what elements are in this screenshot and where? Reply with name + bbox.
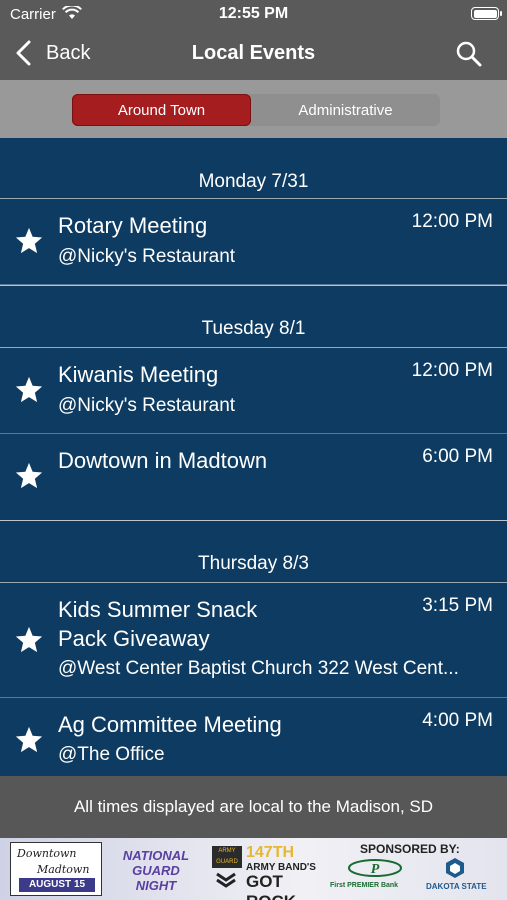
event-row[interactable]: Dowtown in Madtown 6:00 PM [0, 434, 507, 520]
event-location: @Nicky's Restaurant [58, 246, 236, 267]
sponsor-2: DAKOTA STATE [426, 882, 487, 891]
event-time: 12:00 PM [411, 211, 493, 232]
sponsor-1: First PREMIER Bank [330, 882, 399, 889]
event-title: Kids Summer Snack Pack Giveaway [58, 597, 258, 651]
battery-icon [471, 7, 502, 20]
star-icon[interactable] [14, 725, 44, 755]
events-list[interactable]: Monday 7/31 Rotary Meeting 12:00 PM @Nic… [0, 138, 507, 778]
section-divider [0, 520, 507, 544]
star-icon[interactable] [14, 226, 44, 256]
band-show: GOT ROCK [246, 872, 296, 900]
segmented-control: Around Town Administrative [72, 94, 440, 126]
event-time: 4:00 PM [422, 710, 493, 731]
university-logo-icon [446, 858, 464, 878]
guard-line3: NIGHT [135, 878, 177, 893]
search-icon[interactable] [455, 40, 483, 68]
star-icon[interactable] [14, 625, 44, 655]
event-location: @The Office [58, 744, 165, 765]
madtown-line1: Downtown [17, 847, 77, 860]
tab-administrative[interactable]: Administrative [251, 94, 440, 126]
event-time: 3:15 PM [422, 595, 493, 616]
event-title: Dowtown in Madtown [58, 448, 268, 473]
army-band-logo: ARMY GUARD 147TH ARMY BAND'S GOT ROCK [212, 842, 330, 900]
section-divider [0, 285, 507, 309]
status-bar: Carrier 12:55 PM [0, 0, 507, 28]
event-title: Rotary Meeting [58, 213, 208, 238]
sponsor-banner-ad[interactable]: Downtown Madtown AUGUST 15 NATIONAL GUAR… [0, 838, 507, 900]
army-guard-badge: ARMY GUARD [212, 846, 242, 868]
event-row[interactable]: Ag Committee Meeting 4:00 PM @The Office [0, 698, 507, 778]
event-time: 6:00 PM [422, 446, 493, 467]
clock: 12:55 PM [218, 5, 289, 22]
day-header: Thursday 8/3 [0, 544, 507, 583]
event-row[interactable]: Kids Summer Snack Pack Giveaway 3:15 PM … [0, 583, 507, 698]
day-header: Monday 7/31 [0, 138, 507, 199]
event-location: @Nicky's Restaurant [58, 395, 236, 416]
page-title: Local Events [191, 42, 316, 64]
svg-text:P: P [371, 862, 380, 877]
event-time: 12:00 PM [411, 360, 493, 381]
band-number: 147TH [246, 844, 295, 861]
sponsored-by-label: SPONSORED BY: [360, 842, 460, 856]
nav-bar: Back Local Events [0, 28, 507, 80]
event-title: Ag Committee Meeting [58, 712, 282, 737]
madtown-logo: Downtown Madtown AUGUST 15 [10, 842, 102, 896]
guard-night-text: NATIONAL GUARD NIGHT [104, 842, 208, 896]
madtown-line2: Madtown [37, 863, 90, 876]
star-icon[interactable] [14, 461, 44, 491]
star-icon[interactable] [14, 375, 44, 405]
event-title: Kiwanis Meeting [58, 362, 219, 387]
tab-around-town[interactable]: Around Town [72, 94, 251, 126]
timezone-notice: All times displayed are local to the Mad… [0, 776, 507, 838]
event-row[interactable]: Rotary Meeting 12:00 PM @Nicky's Restaur… [0, 199, 507, 285]
bank-logo-icon: P [348, 859, 402, 877]
madtown-date: AUGUST 15 [19, 878, 95, 892]
event-row[interactable]: Kiwanis Meeting 12:00 PM @Nicky's Restau… [0, 348, 507, 434]
segment-bar: Around Town Administrative [0, 80, 507, 138]
chevron-rank-icon [216, 872, 236, 888]
guard-line1: NATIONAL [122, 848, 190, 863]
guard-line2: GUARD [132, 863, 180, 878]
day-header: Tuesday 8/1 [0, 309, 507, 348]
event-location: @West Center Baptist Church 322 West Cen… [58, 658, 459, 679]
sponsors: SPONSORED BY: P First PREMIER Bank DAKOT… [330, 842, 502, 896]
